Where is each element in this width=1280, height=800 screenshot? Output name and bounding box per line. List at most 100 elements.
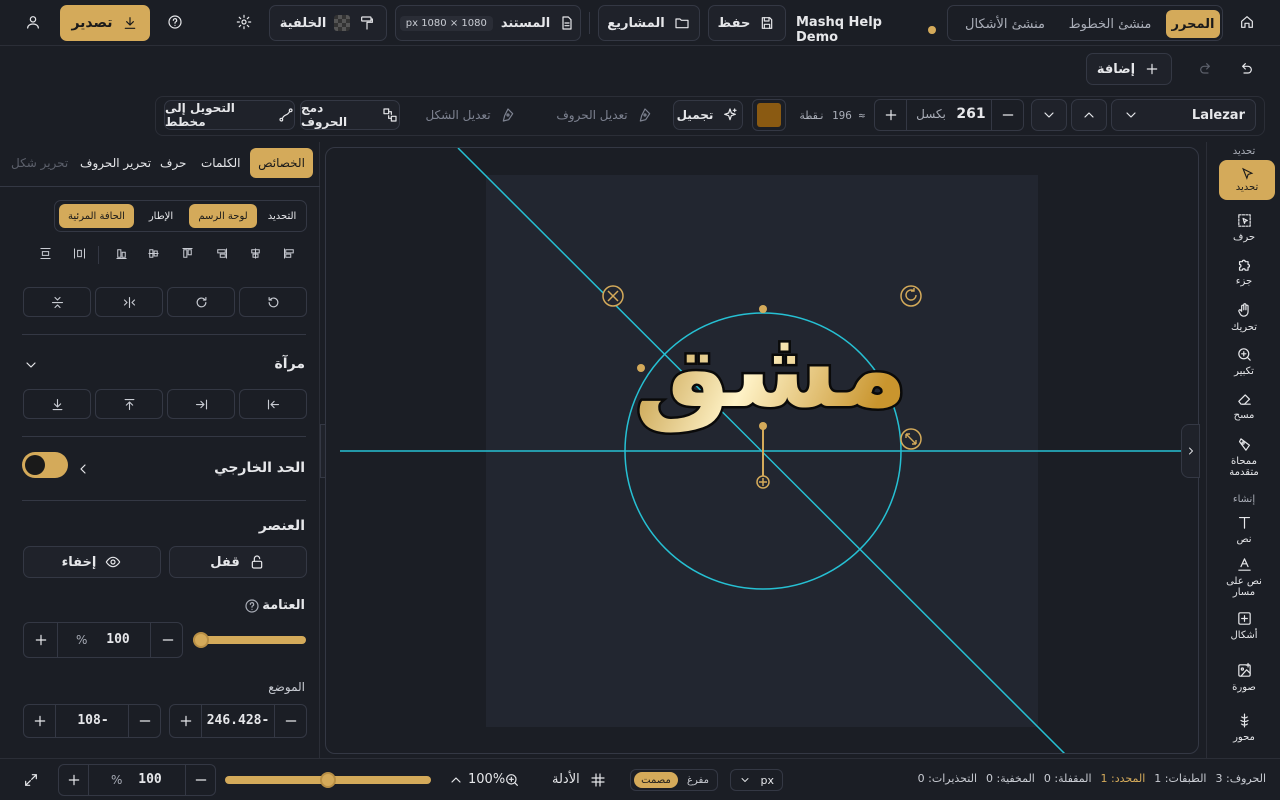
add-button[interactable]: إضافة	[1086, 53, 1172, 85]
opacity-decrease-button[interactable]	[150, 623, 184, 657]
opacity-increase-button[interactable]	[24, 623, 58, 657]
zoom-value[interactable]: 100	[125, 772, 175, 787]
projects-button[interactable]: المشاريع	[598, 5, 700, 41]
position-x-increase-button[interactable]	[170, 705, 202, 737]
zoom-slider-thumb[interactable]	[320, 772, 336, 788]
add-label: إضافة	[1096, 61, 1136, 77]
outline-toggle[interactable]	[22, 452, 68, 478]
tab-properties[interactable]: الخصائص	[250, 148, 313, 178]
opacity-slider-thumb[interactable]	[193, 632, 209, 648]
background-button[interactable]: الخلفية	[269, 5, 387, 41]
opacity-value[interactable]: 100	[92, 632, 144, 647]
font-size-increase-button[interactable]	[875, 100, 907, 130]
tab-editor[interactable]: المحرر	[1166, 10, 1220, 38]
color-swatch[interactable]	[752, 99, 786, 131]
beautify-button[interactable]: تجميل	[673, 100, 743, 130]
mirror-collapse-chevron-icon[interactable]	[22, 356, 40, 377]
convert-to-path-button[interactable]: التحويل إلى مخطط	[164, 100, 295, 130]
font-name: Lalezar	[1191, 107, 1245, 123]
font-size-decrease-button[interactable]	[991, 100, 1023, 130]
position-y-increase-button[interactable]	[24, 705, 56, 737]
position-y-decrease-button[interactable]	[128, 705, 160, 737]
opacity-slider[interactable]	[193, 632, 306, 648]
merge-letters-button[interactable]: دمج الحروف	[300, 100, 400, 130]
save-button[interactable]: حفظ	[708, 5, 786, 41]
position-x-decrease-button[interactable]	[274, 705, 306, 737]
ref-selection[interactable]: التحديد	[259, 204, 305, 228]
position-y-value[interactable]: -108	[58, 713, 128, 728]
right-rail-collapse-handle[interactable]	[1181, 424, 1200, 478]
font-select[interactable]: Lalezar	[1111, 99, 1256, 131]
tool-text[interactable]: نص	[1207, 514, 1280, 545]
settings-gear-icon[interactable]	[235, 13, 253, 34]
ref-frame[interactable]: الإطار	[135, 204, 187, 228]
tool-move[interactable]: تحريك	[1207, 302, 1280, 333]
mode-solid[interactable]: مصمت	[634, 772, 678, 788]
opacity-help-icon[interactable]	[243, 597, 261, 618]
tool-erase[interactable]: مسح	[1207, 390, 1280, 421]
zoom-slider[interactable]	[225, 772, 431, 788]
profile-icon[interactable]	[24, 13, 42, 34]
tab-font-builder[interactable]: منشئ الخطوط	[1058, 10, 1162, 38]
tab-words[interactable]: الكلمات	[201, 156, 240, 170]
align-bottom-icon[interactable]	[114, 246, 129, 265]
tool-zoom[interactable]: تكبير	[1207, 346, 1280, 377]
mode-hollow[interactable]: مفرغ	[679, 772, 717, 788]
mirror-left-button[interactable]	[239, 389, 307, 419]
tool-part[interactable]: جزء	[1207, 256, 1280, 287]
rotate-left-button[interactable]	[239, 287, 307, 317]
grid-icon[interactable]	[589, 771, 607, 792]
tool-select[interactable]: تحديد	[1219, 160, 1275, 200]
home-icon[interactable]	[1238, 13, 1256, 34]
position-x-value[interactable]: -246.428	[202, 713, 274, 728]
chevron-down-button[interactable]	[1031, 99, 1067, 131]
tool-image[interactable]: صورة	[1207, 662, 1280, 693]
tool-axis[interactable]: محور	[1207, 712, 1280, 743]
flip-vertical-button[interactable]	[23, 287, 91, 317]
help-icon[interactable]	[166, 13, 184, 34]
distribute-vertical-icon[interactable]	[38, 246, 53, 265]
tool-text-on-path[interactable]: نص على مسار	[1207, 556, 1280, 598]
zoom-increase-button[interactable]	[59, 765, 89, 795]
distribute-horizontal-icon[interactable]	[72, 246, 87, 265]
lock-button[interactable]: قفل	[169, 546, 307, 578]
canvas-viewport[interactable]: مشق	[325, 147, 1199, 754]
tool-advanced-eraser[interactable]: ممحاة متقدمة	[1207, 436, 1280, 478]
canvas-overlay: مشق	[340, 148, 1186, 753]
mirror-up-button[interactable]	[95, 389, 163, 419]
font-size-value[interactable]: 261	[951, 106, 991, 122]
chevron-up-button[interactable]	[1071, 99, 1107, 131]
align-center-icon[interactable]	[248, 246, 263, 265]
zoom-decrease-button[interactable]	[185, 765, 215, 795]
zoom-icon[interactable]	[503, 771, 521, 792]
tab-edit-shape[interactable]: تحرير شكل	[11, 156, 68, 170]
ref-visible-edge[interactable]: الحافة المرئية	[59, 204, 134, 228]
hide-button[interactable]: إخفاء	[23, 546, 161, 578]
guides-label[interactable]: الأدلة	[552, 772, 580, 787]
document-button[interactable]: px 1080 × 1080 المستند	[395, 5, 581, 41]
edit-letters-button[interactable]: تعديل الحروف	[542, 100, 668, 130]
align-middle-icon[interactable]	[146, 246, 161, 265]
align-left-icon[interactable]	[282, 246, 297, 265]
anchor-point	[759, 422, 767, 430]
export-button[interactable]: تصدير	[60, 5, 150, 41]
fullscreen-icon[interactable]	[22, 771, 40, 792]
tool-shapes[interactable]: أشكال	[1207, 610, 1280, 641]
tool-letter[interactable]: حرف	[1207, 212, 1280, 243]
undo-icon[interactable]	[1237, 60, 1255, 81]
mirror-right-button[interactable]	[167, 389, 235, 419]
rotate-right-button[interactable]	[167, 287, 235, 317]
tab-shape-builder[interactable]: منشئ الأشكال	[954, 10, 1056, 38]
unit-select[interactable]: px	[730, 769, 783, 791]
mirror-down-button[interactable]	[23, 389, 91, 419]
zoom-menu-chevron-icon[interactable]	[447, 771, 465, 792]
ref-canvas[interactable]: لوحة الرسم	[189, 204, 257, 228]
tab-edit-letters[interactable]: تحرير الحروف	[80, 156, 151, 170]
flip-horizontal-button[interactable]	[95, 287, 163, 317]
outline-expand-chevron-icon[interactable]	[74, 460, 92, 481]
align-top-icon[interactable]	[180, 246, 195, 265]
align-right-icon[interactable]	[214, 246, 229, 265]
edit-shape-button[interactable]: تعديل الشكل	[406, 100, 536, 130]
tab-letter[interactable]: حرف	[160, 156, 186, 170]
redo-icon[interactable]	[1197, 60, 1215, 81]
